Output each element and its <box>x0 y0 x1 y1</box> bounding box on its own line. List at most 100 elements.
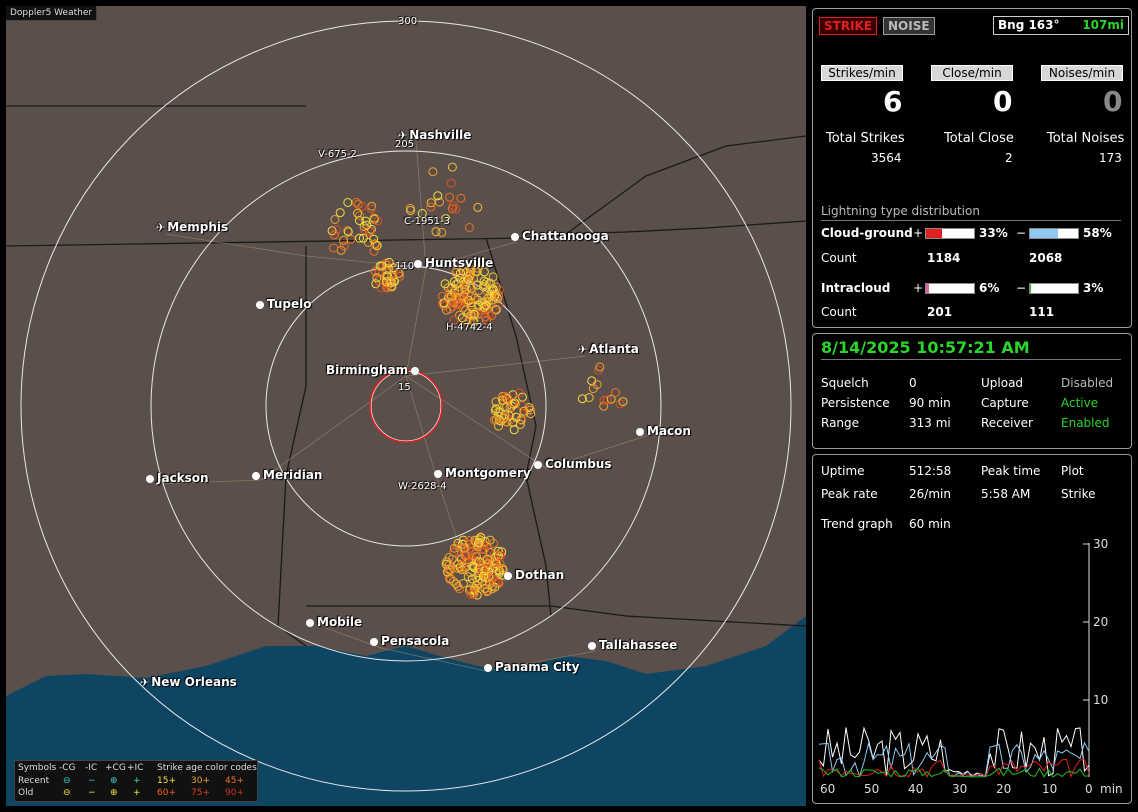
close-per-min-header: Close/min <box>931 65 1013 81</box>
receiver-label: Receiver <box>981 416 1033 430</box>
storm-label[interactable]: C-1951-3 <box>404 216 450 227</box>
persistence-label: Persistence <box>821 396 890 410</box>
distribution-title: Lightning type distribution <box>821 204 980 218</box>
ic-count-label: Count <box>821 305 857 319</box>
airport-icon: ✈ <box>140 676 150 689</box>
cloud-ground-label: Cloud-ground <box>821 226 913 240</box>
strike-stats-panel: STRIKE NOISE Bng 163° 107mi Strikes/min … <box>812 8 1132 328</box>
old-neg-ic-symbol: − <box>88 788 96 798</box>
cg-positive-sign: + <box>913 226 924 240</box>
storm-label[interactable]: V-675-2 <box>318 149 357 160</box>
legend-age-title: Strike age color codes <box>157 763 257 773</box>
ic-positive-pct: 6% <box>979 281 1000 295</box>
strike-symbol <box>446 178 456 188</box>
city-nashville[interactable]: ✈ Nashville <box>398 128 471 142</box>
peak-rate-label: Peak rate <box>821 487 878 501</box>
peak-time-label: Peak time <box>981 464 1041 478</box>
old-pos-ic-symbol: + <box>133 788 141 798</box>
strike-symbol <box>428 167 438 177</box>
strike-button[interactable]: STRIKE <box>819 17 878 35</box>
city-dot <box>434 469 442 478</box>
cg-negative-bar <box>1029 228 1079 239</box>
strike-symbol <box>351 197 361 207</box>
trend-x-40: 40 <box>908 782 923 796</box>
total-noises-value: 173 <box>1099 151 1122 165</box>
city-huntsville[interactable]: Huntsville <box>414 256 493 270</box>
city-atlanta[interactable]: ✈ Atlanta <box>578 342 639 356</box>
city-tallahassee[interactable]: Tallahassee <box>588 638 677 652</box>
cg-count-label: Count <box>821 251 857 265</box>
city-jackson[interactable]: Jackson <box>146 471 209 485</box>
trend-x-60: 60 <box>820 782 835 796</box>
uptime-label: Uptime <box>821 464 865 478</box>
lightning-map[interactable]: 300 205 110 15 ✈ Nashville ✈ Memphis Chatt… <box>6 6 806 806</box>
legend-recent-label: Recent <box>18 776 50 786</box>
city-mobile[interactable]: Mobile <box>306 615 362 629</box>
strikes-per-min-value: 6 <box>883 85 903 118</box>
city-dot <box>484 663 492 672</box>
range-label-15: 15 <box>398 382 411 393</box>
old-pos-cg-symbol: ⊕ <box>110 788 118 798</box>
city-dot <box>252 471 260 480</box>
city-meridian[interactable]: Meridian <box>252 468 322 482</box>
strike-symbol <box>353 208 362 218</box>
city-memphis[interactable]: ✈ Memphis <box>156 220 228 234</box>
recent-neg-ic-symbol: − <box>88 776 96 786</box>
strike-symbol <box>587 376 597 386</box>
city-macon[interactable]: Macon <box>636 424 691 438</box>
airport-icon: ✈ <box>156 221 166 234</box>
ic-positive-bar <box>925 283 975 294</box>
trend-x-unit: min <box>1100 782 1123 796</box>
legend-col-neg-ic: -IC <box>85 763 98 773</box>
city-dot <box>414 259 422 268</box>
city-birmingham[interactable]: Birmingham <box>326 363 422 377</box>
strikes-per-min-header: Strikes/min <box>821 65 903 81</box>
city-panama-city[interactable]: Panama City <box>484 660 579 674</box>
city-dot <box>511 232 519 241</box>
city-pensacola[interactable]: Pensacola <box>370 634 449 648</box>
upload-value: Disabled <box>1061 376 1114 390</box>
strike-symbol <box>464 223 474 232</box>
legend-col-neg-cg: -CG <box>59 763 76 773</box>
datetime-display: 8/14/2025 10:57:21 AM <box>821 338 1030 357</box>
receiver-value: Enabled <box>1061 416 1110 430</box>
close-per-min-value: 0 <box>993 85 1013 118</box>
range-value: 313 mi <box>909 416 951 430</box>
city-dot <box>504 571 512 580</box>
city-new-orleans[interactable]: ✈ New Orleans <box>140 675 237 689</box>
city-dot <box>636 427 644 436</box>
cg-negative-sign: − <box>1016 226 1027 240</box>
status-divider <box>821 359 1121 360</box>
trend-line <box>818 741 1090 778</box>
cg-negative-pct: 58% <box>1083 226 1112 240</box>
city-montgomery[interactable]: Montgomery <box>434 466 531 480</box>
trend-x-10: 10 <box>1042 782 1057 796</box>
city-tupelo[interactable]: Tupelo <box>256 297 312 311</box>
uptime-value: 512:58 <box>909 464 952 478</box>
persistence-value: 90 min <box>909 396 951 410</box>
city-columbus[interactable]: Columbus <box>534 457 612 471</box>
trend-graph-span[interactable]: 60 min <box>909 517 951 531</box>
legend-age-30: 30+ <box>191 776 210 786</box>
range-label-110: 110 <box>395 261 415 272</box>
storm-label[interactable]: H-4742-4 <box>446 322 493 333</box>
map-graphics <box>6 20 806 806</box>
app-title: Doppler5 Weather <box>6 6 98 21</box>
strike-symbol <box>445 192 455 202</box>
city-dothan[interactable]: Dothan <box>504 568 564 582</box>
trend-y-ticks <box>1083 543 1089 701</box>
noise-button[interactable]: NOISE <box>883 17 935 35</box>
trend-panel: Uptime 512:58 Peak time Plot Peak rate 2… <box>812 454 1132 804</box>
storm-label[interactable]: W-2628-4 <box>398 481 447 492</box>
legend-age-90: 90+ <box>225 788 244 798</box>
squelch-value: 0 <box>909 376 917 390</box>
strike-symbol <box>335 208 345 218</box>
strike-symbol <box>488 272 498 282</box>
peak-rate-value: 26/min <box>909 487 951 501</box>
intracloud-label: Intracloud <box>821 281 891 295</box>
city-chattanooga[interactable]: Chattanooga <box>511 229 609 243</box>
strike-symbol <box>329 243 339 253</box>
plot-value[interactable]: Strike <box>1061 487 1096 501</box>
ic-positive-sign: + <box>913 281 924 295</box>
ic-negative-pct: 3% <box>1083 281 1104 295</box>
